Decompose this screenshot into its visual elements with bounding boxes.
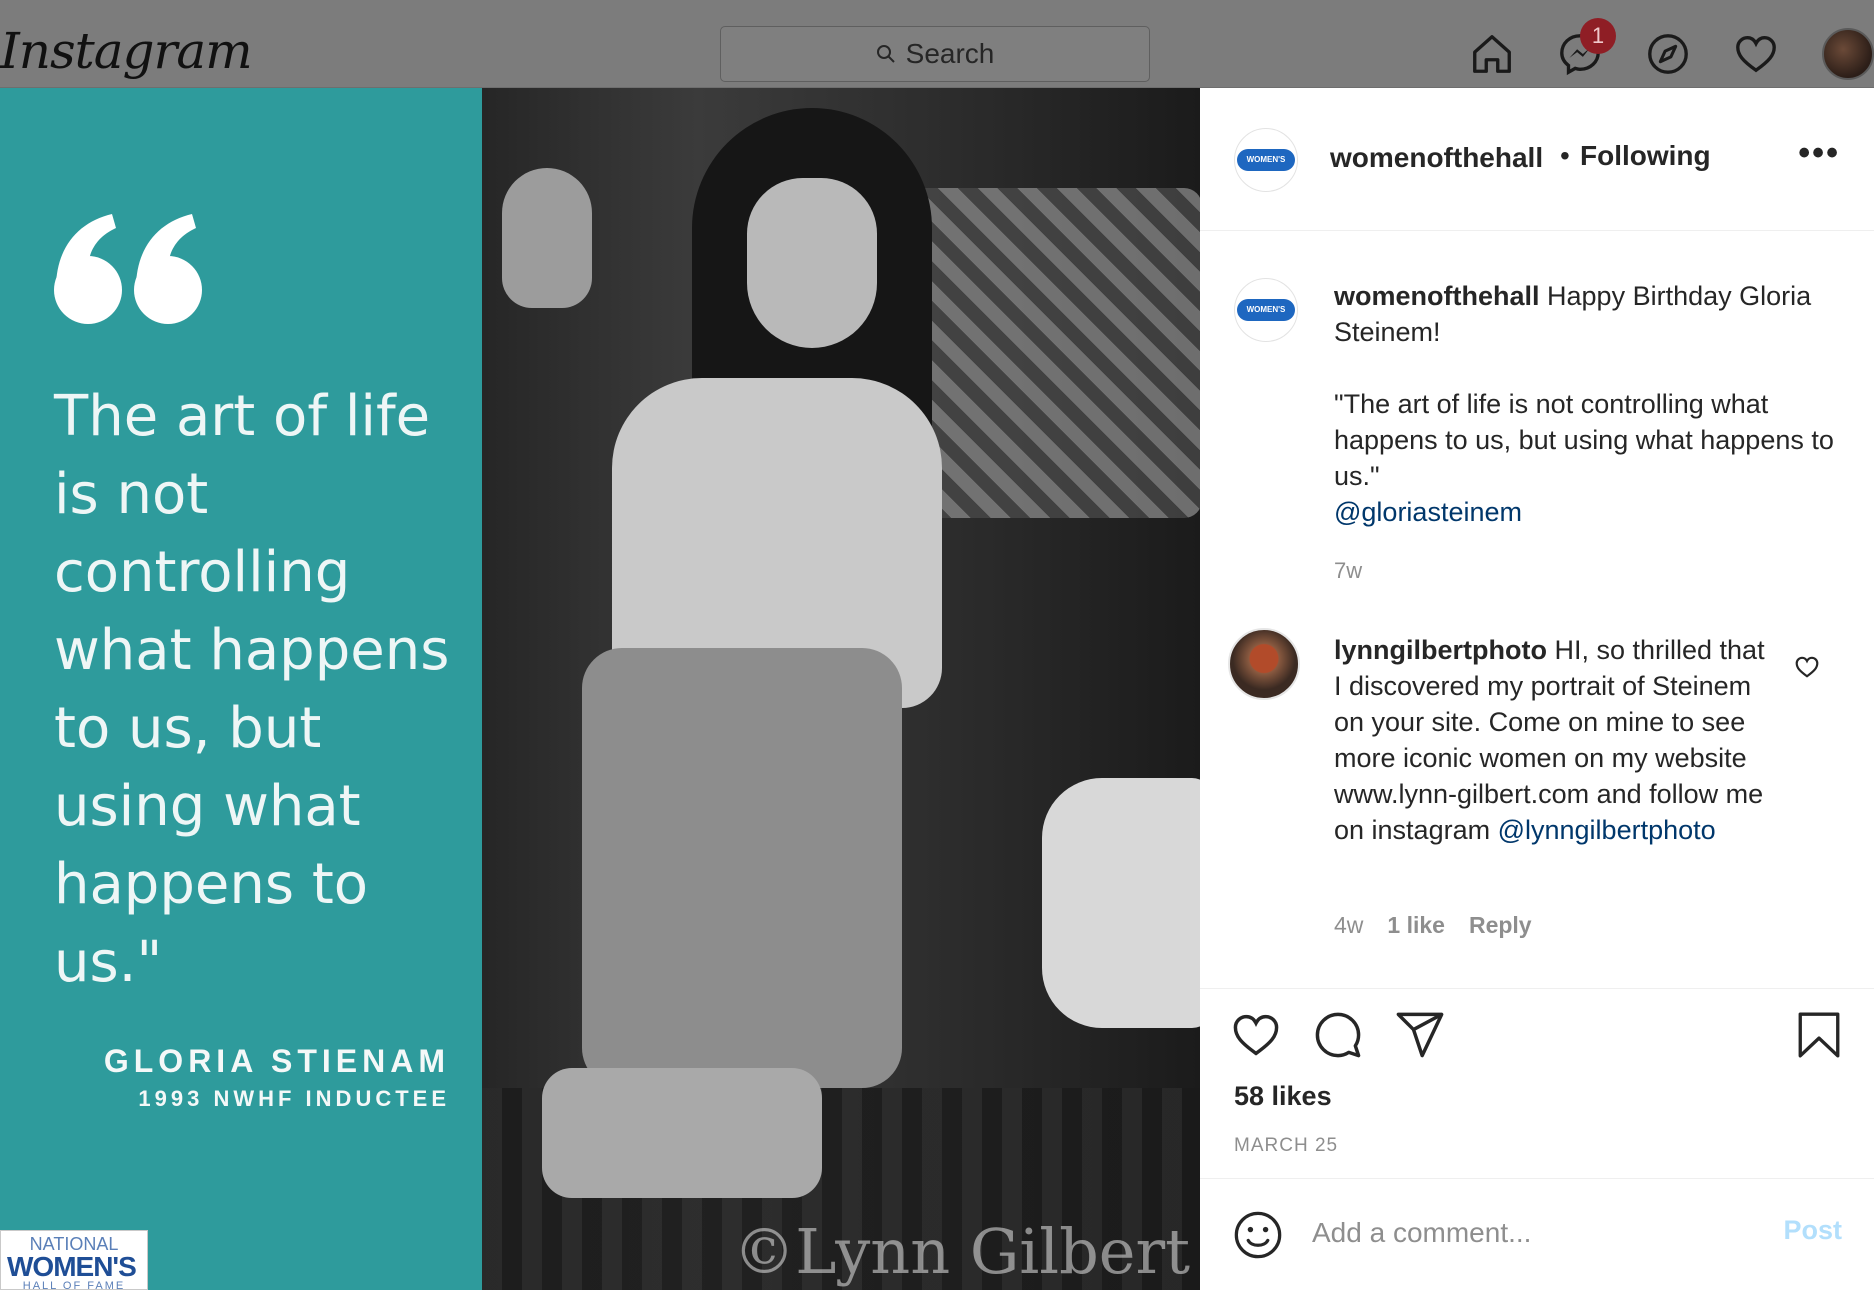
- profile-button[interactable]: [1814, 24, 1874, 84]
- comment-reply-button[interactable]: Reply: [1469, 912, 1532, 939]
- nwhf-avatar-icon: WOMEN'S: [1237, 299, 1295, 321]
- quote-subtitle: 1993 NWHF INDUCTEE: [138, 1086, 450, 1111]
- explore-button[interactable]: [1638, 24, 1698, 84]
- header-separator: •: [1560, 140, 1570, 171]
- post-sidebar: WOMEN'S womenofthehall • Following ••• W…: [1200, 88, 1874, 1290]
- author-username[interactable]: womenofthehall: [1330, 142, 1543, 174]
- post-date[interactable]: MARCH 25: [1234, 1135, 1338, 1157]
- comment-like-heart-icon[interactable]: [1794, 654, 1820, 680]
- home-icon: [1473, 35, 1511, 73]
- photo-lamp: [502, 168, 592, 308]
- caption-mention-link[interactable]: @gloriasteinem: [1334, 497, 1522, 527]
- search-placeholder: Search: [905, 38, 995, 69]
- post-media[interactable]: The art of life is not controlling what …: [0, 88, 1200, 1290]
- search-box[interactable]: Search: [720, 26, 1150, 82]
- post-modal: The art of life is not controlling what …: [0, 88, 1874, 1290]
- nwhf-logo-line3: HALL OF FAME: [22, 1280, 126, 1290]
- post-header: WOMEN'S womenofthehall • Following •••: [1200, 88, 1874, 231]
- heart-icon: [1736, 36, 1776, 73]
- caption-username[interactable]: womenofthehall: [1334, 281, 1540, 311]
- post-comment-button[interactable]: Post: [1783, 1215, 1842, 1246]
- comment-input[interactable]: [1312, 1213, 1742, 1253]
- comment-username[interactable]: lynngilbertphoto: [1334, 635, 1547, 665]
- quote-author: GLORIA STIENAM: [103, 1043, 450, 1079]
- photo-person-face: [747, 178, 877, 348]
- caption-avatar[interactable]: WOMEN'S: [1234, 278, 1298, 342]
- quote-panel: The art of life is not controlling what …: [0, 88, 482, 1290]
- search-icon: [876, 45, 895, 63]
- photo-person-legs: [582, 648, 902, 1088]
- top-nav-bar: Instagram Search 1: [0, 0, 1874, 88]
- comment-text: HI, so thrilled that I discovered my por…: [1334, 635, 1765, 845]
- post-caption: womenofthehall Happy Birthday Gloria Ste…: [1334, 278, 1834, 530]
- add-comment-bar: Post: [1200, 1178, 1874, 1290]
- nwhf-logo: NATIONAL WOMEN'S HALL OF FAME: [0, 1230, 148, 1290]
- more-options-button[interactable]: •••: [1798, 134, 1840, 173]
- comment: lynngilbertphoto HI, so thrilled that I …: [1334, 632, 1774, 848]
- following-button[interactable]: Following: [1580, 140, 1711, 172]
- quote-text: The art of life is not controlling what …: [54, 384, 450, 995]
- commenter-avatar[interactable]: [1228, 628, 1300, 700]
- photo-elephant-stand: [1042, 778, 1200, 1028]
- caption-quote: "The art of life is not controlling what…: [1334, 389, 1834, 491]
- share-icon[interactable]: [1394, 1009, 1446, 1061]
- photo-credit: ©Lynn Gilbert: [733, 1215, 1190, 1288]
- comment-mention-link[interactable]: @lynngilbertphoto: [1498, 815, 1716, 845]
- caption-timestamp[interactable]: 7w: [1334, 558, 1362, 584]
- home-button[interactable]: [1462, 24, 1522, 84]
- activity-button[interactable]: [1726, 24, 1786, 84]
- compass-icon: [1648, 34, 1688, 74]
- quote-mark-icon: [54, 214, 202, 324]
- comment-icon[interactable]: [1312, 1009, 1364, 1061]
- instagram-logo[interactable]: Instagram: [0, 22, 253, 80]
- comment-timestamp[interactable]: 4w: [1334, 912, 1363, 939]
- likes-count[interactable]: 58 likes: [1234, 1081, 1332, 1112]
- author-avatar[interactable]: WOMEN'S: [1234, 128, 1298, 192]
- messages-badge: 1: [1580, 18, 1616, 54]
- comment-likes[interactable]: 1 like: [1387, 912, 1445, 939]
- nwhf-logo-line2: WOMEN'S: [7, 1251, 137, 1282]
- nwhf-avatar-icon: WOMEN'S: [1237, 149, 1295, 171]
- profile-avatar: [1822, 28, 1874, 80]
- like-heart-icon[interactable]: [1230, 1009, 1282, 1061]
- portrait-photo: ©Lynn Gilbert: [482, 88, 1200, 1290]
- comment-meta: 4w 1 like Reply: [1334, 912, 1532, 939]
- photo-person-feet: [542, 1068, 822, 1198]
- bookmark-icon[interactable]: [1794, 1009, 1844, 1061]
- messages-button[interactable]: 1: [1550, 18, 1616, 84]
- emoji-icon[interactable]: [1232, 1209, 1284, 1261]
